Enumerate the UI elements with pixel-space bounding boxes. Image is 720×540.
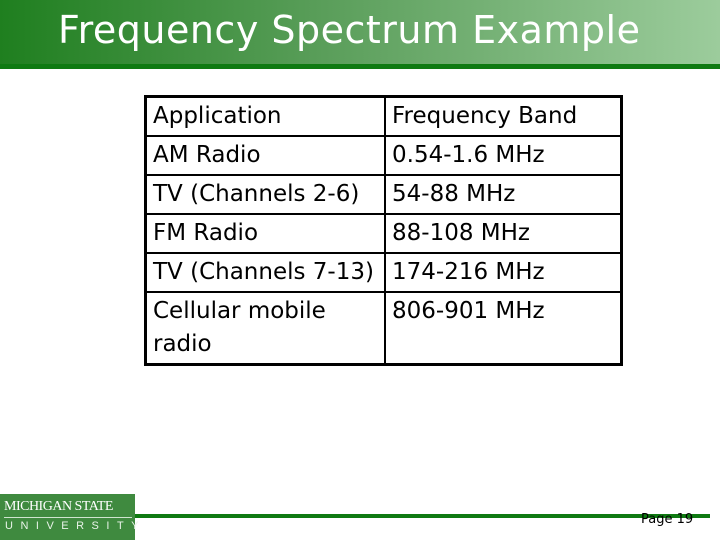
msu-logo: MICHIGAN STATE UNIVERSITY: [0, 494, 139, 540]
cell-application: Cellular mobile radio: [144, 291, 386, 366]
table-row: FM Radio 88-108 MHz: [144, 213, 623, 254]
page-number: Page 19: [641, 512, 694, 527]
logo-divider: [4, 517, 132, 518]
table-header-row: Application Frequency Band: [144, 95, 623, 137]
table-row: AM Radio 0.54-1.6 MHz: [144, 135, 623, 176]
table-row: Cellular mobile radio 806-901 MHz: [144, 291, 623, 366]
header-frequency-band: Frequency Band: [384, 95, 623, 137]
cell-frequency: 88-108 MHz: [384, 213, 623, 254]
cell-application: TV (Channels 7-13): [144, 252, 386, 293]
slide-title: Frequency Spectrum Example: [58, 8, 641, 52]
table-row: TV (Channels 7-13) 174-216 MHz: [144, 252, 623, 293]
cell-application: TV (Channels 2-6): [144, 174, 386, 215]
logo-text-michigan-state: MICHIGAN STATE: [4, 499, 113, 514]
cell-frequency: 54-88 MHz: [384, 174, 623, 215]
title-bar: Frequency Spectrum Example: [0, 0, 720, 64]
cell-frequency: 806-901 MHz: [384, 291, 623, 366]
title-divider: [0, 64, 720, 69]
cell-application: AM Radio: [144, 135, 386, 176]
footer-divider: [135, 514, 710, 518]
cell-application: FM Radio: [144, 213, 386, 254]
frequency-table: Application Frequency Band AM Radio 0.54…: [144, 95, 623, 366]
cell-frequency: 174-216 MHz: [384, 252, 623, 293]
cell-frequency: 0.54-1.6 MHz: [384, 135, 623, 176]
logo-text-university: UNIVERSITY: [5, 520, 147, 532]
table-row: TV (Channels 2-6) 54-88 MHz: [144, 174, 623, 215]
header-application: Application: [144, 95, 386, 137]
